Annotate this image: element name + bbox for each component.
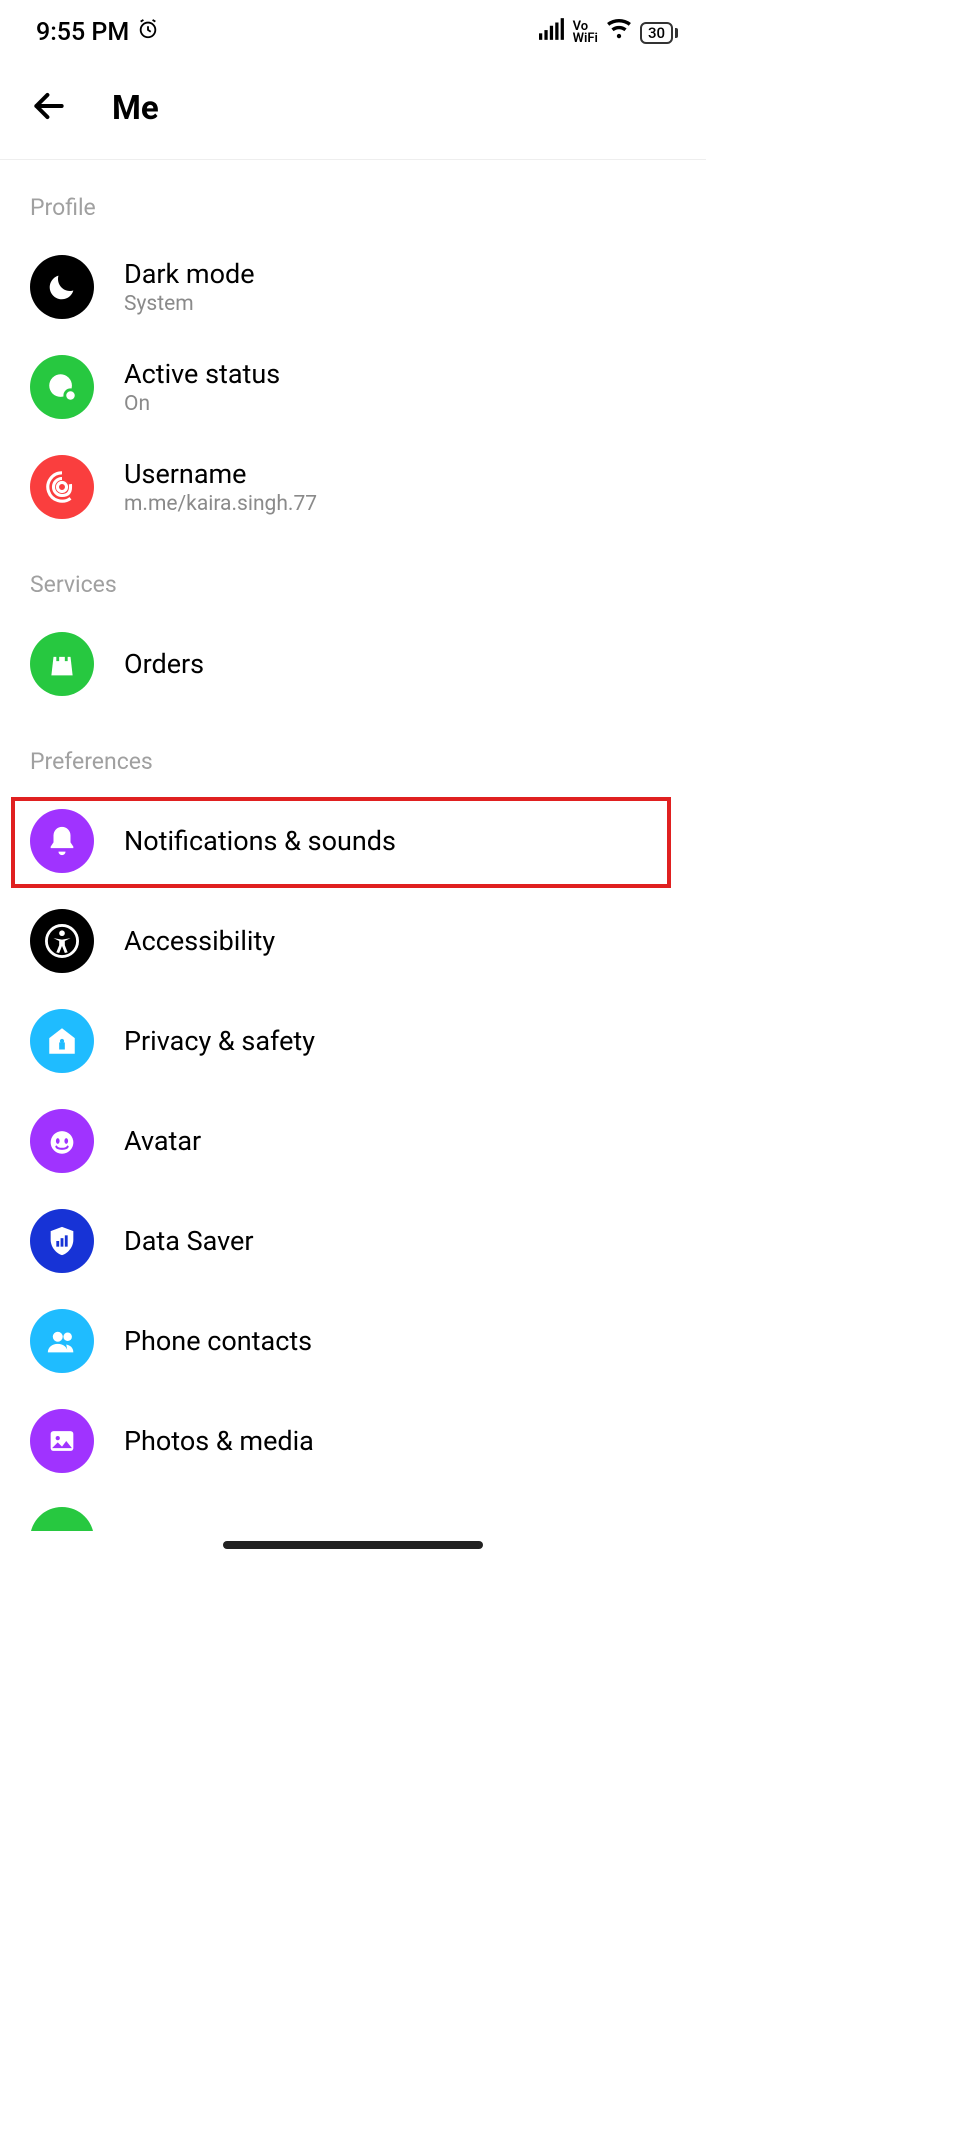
battery-indicator: 30 bbox=[640, 22, 678, 44]
section-services: Services bbox=[0, 537, 706, 614]
alarm-icon bbox=[137, 18, 159, 47]
row-privacy[interactable]: Privacy & safety bbox=[0, 991, 706, 1091]
vowifi-indicator: Vo WiFi bbox=[573, 21, 598, 45]
signal-icon bbox=[539, 18, 565, 47]
chat-status-icon bbox=[30, 355, 94, 419]
wifi-icon bbox=[606, 18, 632, 47]
page-title: Me bbox=[112, 89, 159, 128]
notifications-label: Notifications & sounds bbox=[124, 825, 396, 857]
row-avatar[interactable]: Avatar bbox=[0, 1091, 706, 1191]
username-sub: m.me/kaira.singh.77 bbox=[124, 492, 317, 516]
accessibility-label: Accessibility bbox=[124, 925, 275, 957]
status-bar: 9:55 PM Vo WiFi 30 bbox=[0, 0, 706, 57]
row-notifications[interactable]: Notifications & sounds bbox=[0, 791, 706, 891]
row-data-saver[interactable]: Data Saver bbox=[0, 1191, 706, 1291]
bell-icon bbox=[30, 809, 94, 873]
header: Me bbox=[0, 57, 706, 160]
contacts-icon bbox=[30, 1309, 94, 1373]
photos-media-label: Photos & media bbox=[124, 1425, 314, 1457]
moon-icon bbox=[30, 255, 94, 319]
avatar-icon bbox=[30, 1109, 94, 1173]
partial-icon bbox=[30, 1507, 94, 1531]
phone-contacts-label: Phone contacts bbox=[124, 1325, 312, 1357]
status-right: Vo WiFi 30 bbox=[539, 18, 678, 47]
row-username[interactable]: Username m.me/kaira.singh.77 bbox=[0, 437, 706, 537]
photo-icon bbox=[30, 1409, 94, 1473]
dark-mode-sub: System bbox=[124, 292, 255, 316]
dark-mode-label: Dark mode bbox=[124, 258, 255, 290]
status-time: 9:55 PM bbox=[36, 18, 129, 47]
username-label: Username bbox=[124, 458, 317, 490]
row-dark-mode[interactable]: Dark mode System bbox=[0, 237, 706, 337]
phone-screen: 9:55 PM Vo WiFi 30 Me bbox=[0, 0, 706, 2129]
right-margin bbox=[706, 0, 958, 2129]
avatar-label: Avatar bbox=[124, 1125, 201, 1157]
at-icon bbox=[30, 455, 94, 519]
orders-label: Orders bbox=[124, 648, 204, 680]
status-left: 9:55 PM bbox=[36, 18, 159, 47]
section-profile: Profile bbox=[0, 160, 706, 237]
shield-icon bbox=[30, 1209, 94, 1273]
row-partial-next[interactable] bbox=[0, 1491, 706, 1531]
row-phone-contacts[interactable]: Phone contacts bbox=[0, 1291, 706, 1391]
row-orders[interactable]: Orders bbox=[0, 614, 706, 714]
row-active-status[interactable]: Active status On bbox=[0, 337, 706, 437]
nav-indicator bbox=[223, 1541, 483, 1549]
row-accessibility[interactable]: Accessibility bbox=[0, 891, 706, 991]
lock-house-icon bbox=[30, 1009, 94, 1073]
privacy-label: Privacy & safety bbox=[124, 1025, 315, 1057]
section-preferences: Preferences bbox=[0, 714, 706, 791]
active-status-label: Active status bbox=[124, 358, 280, 390]
back-button[interactable] bbox=[30, 87, 68, 129]
active-status-sub: On bbox=[124, 392, 280, 416]
data-saver-label: Data Saver bbox=[124, 1225, 254, 1257]
row-photos-media[interactable]: Photos & media bbox=[0, 1391, 706, 1491]
accessibility-icon bbox=[30, 909, 94, 973]
settings-content: Profile Dark mode System Active status O… bbox=[0, 160, 706, 1531]
bag-icon bbox=[30, 632, 94, 696]
